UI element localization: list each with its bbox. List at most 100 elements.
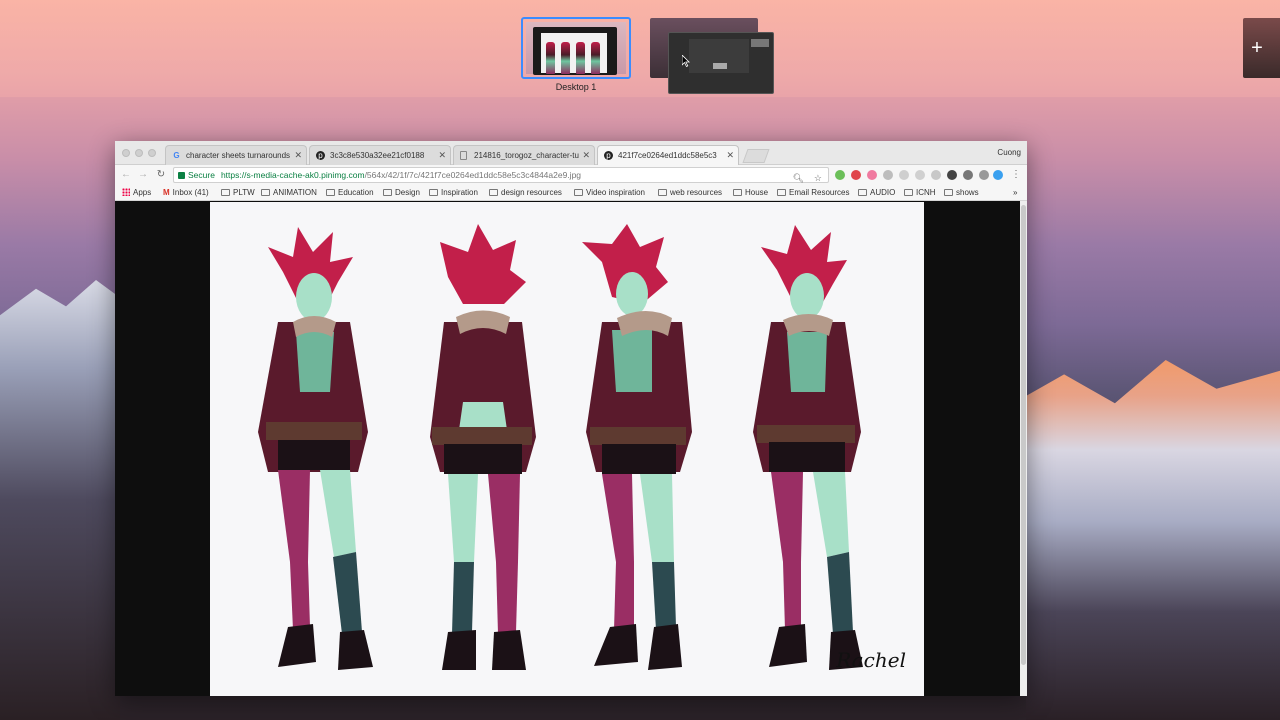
apps-grid-icon xyxy=(122,188,130,196)
bookmark-label: ANIMATION xyxy=(273,188,317,197)
desktop-1-window-preview xyxy=(533,27,617,75)
url-host: https://s-media-cache-ak0.pinimg.com xyxy=(220,170,365,180)
document-icon xyxy=(460,151,467,160)
bookmark-star-icon[interactable]: ☆ xyxy=(814,171,822,185)
bookmark-label: PLTW xyxy=(233,188,255,197)
menu-kebab-icon[interactable]: ⋮ xyxy=(1009,168,1023,182)
window-minimize-button[interactable] xyxy=(135,149,143,157)
folder-icon xyxy=(858,189,867,196)
bookmark-label: web resources xyxy=(670,188,723,197)
tab-title: 421f7ce0264ed1ddc58e5c3 xyxy=(618,151,717,160)
tab-close-icon[interactable]: ✕ xyxy=(726,150,734,161)
bookmark-folder-pltw[interactable]: PLTW xyxy=(221,188,255,197)
forward-arrow-icon[interactable]: → xyxy=(136,168,150,182)
bookmark-label: Inspiration xyxy=(441,188,478,197)
tab-pinterest-1[interactable]: p 3c3c8e530a32ee21cf0188 ✕ xyxy=(309,145,451,165)
extension-icon[interactable] xyxy=(867,170,877,180)
bookmark-apps[interactable]: Apps xyxy=(122,188,151,197)
extension-icon[interactable] xyxy=(851,170,861,180)
new-tab-button[interactable] xyxy=(742,149,770,163)
extension-icon[interactable] xyxy=(915,170,925,180)
bookmark-label: shows xyxy=(956,188,979,197)
tab-pinterest-active[interactable]: p 421f7ce0264ed1ddc58e5c3 ✕ xyxy=(597,145,739,165)
character-figure-side xyxy=(582,224,692,670)
lock-icon xyxy=(178,172,185,179)
artist-signature: Rachel xyxy=(836,648,906,672)
bookmark-label: Design xyxy=(395,188,420,197)
pinterest-icon: p xyxy=(604,151,613,160)
extension-icon[interactable] xyxy=(899,170,909,180)
folder-icon xyxy=(733,189,742,196)
bookmark-folder-house[interactable]: House xyxy=(733,188,768,197)
extension-icon[interactable] xyxy=(947,170,957,180)
thumb-figure xyxy=(561,42,570,74)
folder-icon xyxy=(326,189,335,196)
scrollbar-thumb[interactable] xyxy=(1021,205,1026,665)
tab-torogoz[interactable]: 214816_torogoz_character-tu ✕ xyxy=(453,145,595,165)
bookmark-folder-icnh[interactable]: ICNH xyxy=(904,188,936,197)
wallpaper-mountain-left xyxy=(0,280,120,720)
pinterest-icon: p xyxy=(316,151,325,160)
reload-icon[interactable]: ↻ xyxy=(154,168,168,182)
bookmarks-overflow-icon[interactable]: » xyxy=(1013,188,1017,197)
profile-name[interactable]: Cuong xyxy=(997,148,1021,157)
window-preview-panel xyxy=(713,63,727,69)
chrome-browser-window[interactable]: G character sheets turnarounds ✕ p 3c3c8… xyxy=(115,141,1027,696)
window-preview-panel xyxy=(751,39,769,47)
page-viewport: Rachel xyxy=(115,201,1020,696)
character-turnaround-image: Rachel xyxy=(210,202,924,696)
tab-title: 214816_torogoz_character-tu xyxy=(474,151,579,160)
add-desktop-icon[interactable]: + xyxy=(1247,38,1267,58)
desktop-1-thumbnail[interactable] xyxy=(521,17,631,79)
extension-icon[interactable] xyxy=(883,170,893,180)
tab-close-icon[interactable]: ✕ xyxy=(438,150,446,161)
bookmark-folder-animation[interactable]: ANIMATION xyxy=(261,188,317,197)
folder-icon xyxy=(221,189,230,196)
tab-strip: G character sheets turnarounds ✕ p 3c3c8… xyxy=(115,141,1027,165)
extension-icon[interactable] xyxy=(835,170,845,180)
window-close-button[interactable] xyxy=(122,149,130,157)
bookmark-label: Email Resources xyxy=(789,188,850,197)
bookmark-inbox[interactable]: M Inbox (41) xyxy=(163,188,209,197)
bookmark-label: House xyxy=(745,188,769,197)
extension-icon[interactable] xyxy=(979,170,989,180)
bookmark-folder-design[interactable]: Design xyxy=(383,188,420,197)
back-arrow-icon[interactable]: ← xyxy=(119,168,133,182)
bookmark-folder-shows[interactable]: shows xyxy=(944,188,979,197)
tab-character-sheets[interactable]: G character sheets turnarounds ✕ xyxy=(165,145,307,165)
secure-label: Secure xyxy=(188,170,215,180)
tab-close-icon[interactable]: ✕ xyxy=(294,150,302,161)
extension-icon[interactable] xyxy=(993,170,1003,180)
bookmark-folder-education[interactable]: Education xyxy=(326,188,374,197)
folder-icon xyxy=(574,189,583,196)
folder-icon xyxy=(904,189,913,196)
character-figure-back xyxy=(430,224,536,670)
address-bar[interactable]: Secure https://s-media-cache-ak0.pinimg.c… xyxy=(173,167,829,183)
extension-icon[interactable] xyxy=(963,170,973,180)
window-zoom-button[interactable] xyxy=(148,149,156,157)
bookmark-label: Video inspiration xyxy=(586,188,646,197)
bookmark-label: AUDIO xyxy=(870,188,896,197)
bookmark-label: Education xyxy=(338,188,374,197)
bookmark-folder-design-resources[interactable]: design resources xyxy=(489,188,562,197)
thumb-figure xyxy=(546,42,555,74)
gmail-icon: M xyxy=(163,188,170,197)
folder-icon xyxy=(489,189,498,196)
vertical-scrollbar[interactable] xyxy=(1020,201,1027,696)
character-figure-three-quarter xyxy=(753,225,863,670)
bookmark-folder-inspiration[interactable]: Inspiration xyxy=(429,188,478,197)
bookmarks-bar: Apps M Inbox (41) PLTW ANIMATION Educatio… xyxy=(115,185,1027,201)
extension-icon[interactable] xyxy=(931,170,941,180)
bookmark-folder-web-resources[interactable]: web resources xyxy=(658,188,722,197)
bookmark-label: design resources xyxy=(501,188,562,197)
bookmark-folder-audio[interactable]: AUDIO xyxy=(858,188,895,197)
bookmark-folder-email-resources[interactable]: Email Resources xyxy=(777,188,849,197)
desktop-1-image-preview xyxy=(541,33,607,74)
google-icon: G xyxy=(173,151,180,160)
character-figure-front xyxy=(258,227,373,670)
tab-close-icon[interactable]: ✕ xyxy=(582,150,590,161)
zoom-icon[interactable]: 🔍︎ xyxy=(793,171,804,185)
tab-title: 3c3c8e530a32ee21cf0188 xyxy=(330,151,425,160)
bookmark-folder-video-inspiration[interactable]: Video inspiration xyxy=(574,188,645,197)
folder-icon xyxy=(261,189,270,196)
